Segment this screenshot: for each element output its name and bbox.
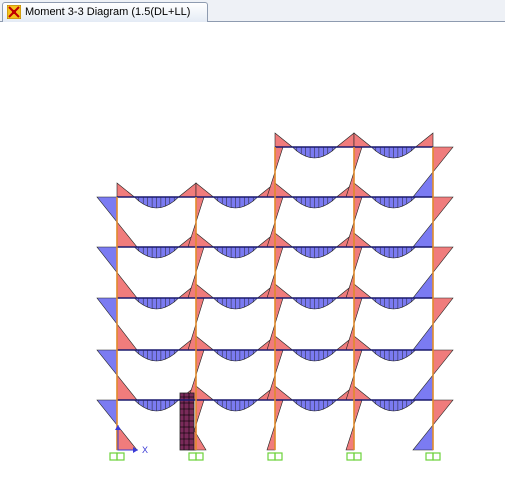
fixed-support — [116, 452, 125, 461]
hogging-moment-left — [195, 283, 215, 299]
document-tab-strip: Moment 3-3 Diagram (1.5(DL+LL) — [0, 0, 505, 22]
column-moment-bottom — [412, 323, 434, 351]
column-moment-bottom — [116, 221, 138, 248]
hogging-moment-left — [116, 182, 136, 198]
column-moment-top — [353, 246, 363, 273]
column-moment-top — [96, 349, 118, 376]
column-moment-top — [96, 196, 118, 223]
column-moment-bottom — [345, 171, 355, 198]
fixed-support — [353, 452, 362, 461]
hogging-moment-right — [414, 132, 434, 148]
column-moment-bottom — [187, 323, 197, 351]
hogging-moment-left — [195, 232, 215, 248]
column-moment-top — [96, 246, 118, 274]
column-moment-bottom — [412, 221, 434, 248]
hogging-moment-left — [274, 385, 294, 401]
hogging-moment-right — [335, 132, 355, 148]
column-moment-bottom — [266, 374, 276, 401]
column-moment-top — [353, 399, 363, 426]
fixed-support — [425, 452, 434, 461]
hogging-moment-left — [274, 232, 294, 248]
hogging-moment-left — [353, 232, 373, 248]
column-moment-bottom — [266, 171, 276, 198]
column-moment-top — [195, 399, 205, 426]
fixed-support — [274, 452, 283, 461]
column-moment-top — [274, 349, 284, 376]
column-moment-top — [195, 297, 205, 325]
hogging-moment-left — [274, 132, 294, 148]
hogging-moment-right — [177, 182, 197, 198]
column-moment-top — [432, 399, 454, 426]
hogging-moment-left — [353, 335, 373, 351]
fixed-support — [109, 452, 118, 461]
column-moment-bottom — [345, 221, 355, 248]
column-moment-bottom — [266, 424, 276, 451]
diagram-tab[interactable]: Moment 3-3 Diagram (1.5(DL+LL) — [2, 2, 208, 22]
column-moment-top — [353, 297, 363, 325]
column-moment-top — [274, 399, 284, 426]
column-moment-bottom — [187, 272, 197, 299]
fixed-support — [432, 452, 441, 461]
column-moment-top — [353, 146, 363, 173]
column-moment-top — [432, 297, 454, 325]
hogging-moment-left — [195, 182, 215, 198]
column-moment-bottom — [412, 171, 434, 198]
column-moment-top — [274, 196, 284, 223]
column-moment-top — [96, 297, 118, 325]
hogging-moment-left — [274, 335, 294, 351]
hogging-moment-left — [353, 182, 373, 198]
column-moment-top — [432, 196, 454, 223]
hogging-moment-left — [274, 283, 294, 299]
column-moment-bottom — [412, 424, 434, 451]
hogging-moment-left — [353, 283, 373, 299]
shear-wall-panel — [179, 392, 195, 451]
column-moment-top — [195, 196, 205, 223]
column-moment-top — [432, 246, 454, 274]
fixed-support — [346, 452, 355, 461]
fixed-support — [195, 452, 204, 461]
column-moment-bottom — [345, 424, 355, 451]
fixed-support — [188, 452, 197, 461]
column-moment-top — [274, 246, 284, 273]
column-moment-top — [195, 349, 205, 376]
frame-diagram: X — [96, 132, 454, 461]
support-layer — [109, 452, 441, 461]
structure-app-icon — [6, 4, 22, 20]
column-moment-top — [195, 246, 205, 273]
column-moment-bottom — [116, 374, 138, 401]
column-moment-bottom — [266, 221, 276, 248]
column-moment-bottom — [187, 221, 197, 248]
column-moment-top — [432, 349, 454, 376]
column-moment-top — [432, 146, 454, 173]
column-moment-top — [274, 297, 284, 325]
column-moment-bottom — [266, 272, 276, 299]
column-moment-bottom — [116, 271, 138, 299]
hogging-moment-left — [353, 132, 373, 148]
column-moment-top — [274, 146, 284, 173]
moment-diagram-viewport[interactable]: X — [0, 22, 505, 492]
hogging-moment-left — [195, 385, 215, 401]
column-moment-bottom — [345, 323, 355, 351]
column-moment-bottom — [345, 374, 355, 401]
column-moment-bottom — [345, 272, 355, 299]
column-moment-top — [353, 196, 363, 223]
column-moment-bottom — [412, 271, 434, 299]
column-moment-top — [96, 399, 118, 426]
fixed-support — [267, 452, 276, 461]
column-moment-bottom — [116, 323, 138, 351]
column-moment-bottom — [412, 374, 434, 401]
tab-title: Moment 3-3 Diagram (1.5(DL+LL) — [25, 6, 191, 18]
axis-label-x: X — [142, 445, 148, 455]
hogging-moment-left — [353, 385, 373, 401]
column-moment-top — [353, 349, 363, 376]
hogging-moment-left — [195, 335, 215, 351]
hogging-moment-left — [274, 182, 294, 198]
column-moment-bottom — [266, 323, 276, 351]
